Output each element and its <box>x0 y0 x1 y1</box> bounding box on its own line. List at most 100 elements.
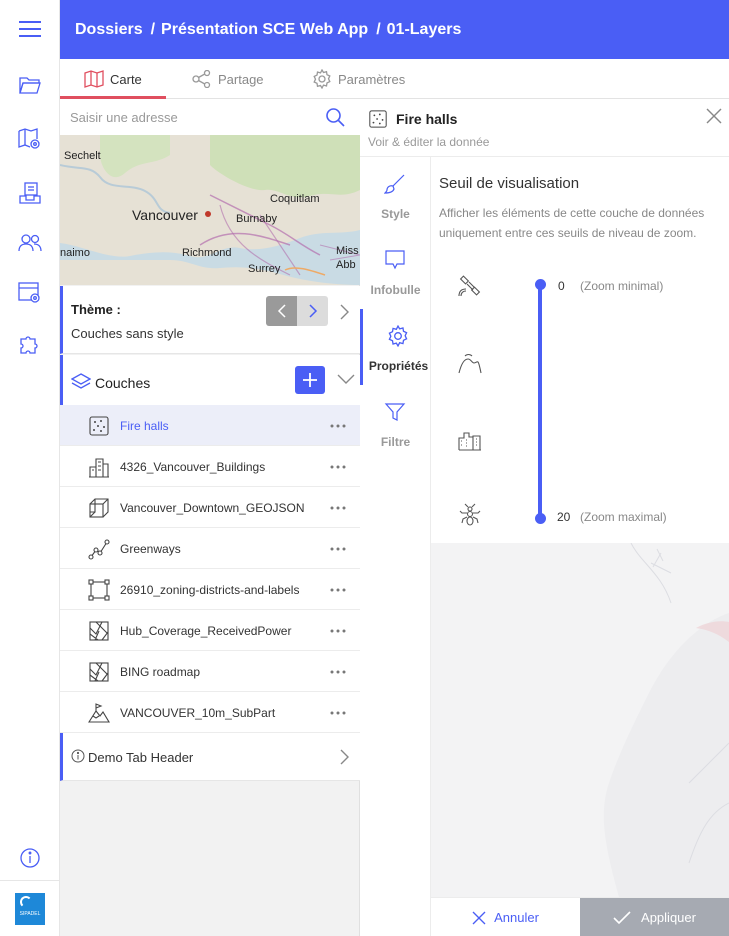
add-layer-button[interactable] <box>295 366 325 394</box>
check-icon <box>613 910 631 924</box>
polyline-icon <box>88 538 110 560</box>
layers-title: Couches <box>95 375 151 391</box>
chevron-right-icon <box>308 304 317 318</box>
demo-tab-header[interactable]: Demo Tab Header <box>60 733 360 781</box>
layer-name: Vancouver_Downtown_GEOJSON <box>120 501 305 515</box>
city-icon <box>458 427 482 451</box>
theme-selector: Thème : Couches sans style <box>60 286 360 354</box>
zoom-max-value: 20 <box>557 510 571 524</box>
vtab-filtre[interactable]: Filtre <box>360 385 431 461</box>
tab-label: Carte <box>110 71 142 87</box>
map-label: Miss <box>336 245 359 257</box>
close-icon[interactable] <box>706 108 722 124</box>
map-settings-icon[interactable] <box>15 124 45 154</box>
map-label: Abb <box>336 259 356 271</box>
cube-icon <box>88 497 110 519</box>
layers-stack-icon[interactable] <box>15 178 45 208</box>
map-label: Burnaby <box>236 213 277 225</box>
panel-title: Fire halls <box>396 111 458 127</box>
layer-item-buildings[interactable]: 4326_Vancouver_Buildings <box>60 446 360 487</box>
tab-partage[interactable]: Partage <box>192 59 264 99</box>
tab-carte[interactable]: Carte <box>84 59 142 99</box>
ant-icon <box>458 503 482 527</box>
calendar-settings-icon[interactable] <box>15 278 45 308</box>
vtab-style[interactable]: Style <box>360 157 431 233</box>
breadcrumb: Dossiers / Présentation SCE Web App / 01… <box>60 0 729 59</box>
terrain-icon <box>88 702 110 724</box>
gear-icon <box>387 325 409 347</box>
layer-item-vancouver-10m[interactable]: VANCOUVER_10m_SubPart <box>60 692 360 733</box>
demo-tab-label: Demo Tab Header <box>88 750 194 765</box>
menu-icon[interactable] <box>15 14 45 44</box>
chevron-right-icon <box>339 749 349 765</box>
theme-next-button[interactable] <box>297 296 328 326</box>
search-input[interactable] <box>70 105 320 129</box>
more-icon[interactable] <box>330 588 346 592</box>
more-icon[interactable] <box>330 465 346 469</box>
properties-content: Seuil de visualisation Afficher les élém… <box>431 157 729 543</box>
users-icon[interactable] <box>15 228 45 258</box>
cancel-label: Annuler <box>494 910 539 925</box>
background-map[interactable] <box>431 543 729 897</box>
puzzle-icon[interactable] <box>15 330 45 360</box>
panel-vertical-tabs: Style Infobulle Propriétés Filtre <box>360 157 431 936</box>
point-layer-icon <box>368 109 388 129</box>
section-description: Afficher les éléments de cette couche de… <box>439 206 705 240</box>
layer-item-greenways[interactable]: Greenways <box>60 528 360 569</box>
cancel-button[interactable]: Annuler <box>431 898 580 936</box>
vtab-proprietes[interactable]: Propriétés <box>360 309 431 385</box>
theme-expand-icon[interactable] <box>339 304 349 320</box>
layer-item-bing[interactable]: BING roadmap <box>60 651 360 692</box>
zoom-min-handle[interactable] <box>535 279 546 290</box>
layer-list: Fire halls 4326_Vancouver_Buildings Vanc… <box>60 405 360 733</box>
breadcrumb-separator: / <box>150 20 156 38</box>
more-icon[interactable] <box>330 711 346 715</box>
apply-button[interactable]: Appliquer <box>580 898 729 936</box>
chevron-down-icon[interactable] <box>337 373 355 385</box>
vtab-infobulle[interactable]: Infobulle <box>360 233 431 309</box>
zoom-max-label: (Zoom maximal) <box>580 510 667 524</box>
plus-icon <box>303 373 317 387</box>
more-icon[interactable] <box>330 506 346 510</box>
overview-map[interactable]: Sechelt Coquitlam Vancouver Burnaby naim… <box>60 135 360 285</box>
tab-parametres[interactable]: Paramètres <box>312 59 405 99</box>
map-side-panel: Sechelt Coquitlam Vancouver Burnaby naim… <box>60 99 360 936</box>
close-icon <box>472 911 486 924</box>
theme-label: Thème : <box>71 302 121 317</box>
layer-item-zoning[interactable]: 26910_zoning-districts-and-labels <box>60 569 360 610</box>
layer-item-fire-halls[interactable]: Fire halls <box>60 405 360 446</box>
more-icon[interactable] <box>330 629 346 633</box>
layer-name: Fire halls <box>120 419 169 433</box>
search-icon[interactable] <box>325 107 345 127</box>
brush-icon <box>384 173 406 195</box>
folder-icon[interactable] <box>15 70 45 100</box>
layer-item-hub-coverage[interactable]: Hub_Coverage_ReceivedPower <box>60 610 360 651</box>
breadcrumb-item[interactable]: Présentation SCE Web App <box>161 21 368 39</box>
buildings-icon <box>88 456 110 478</box>
vtab-label: Propriétés <box>368 359 429 373</box>
mountain-icon <box>458 351 482 375</box>
more-icon[interactable] <box>330 424 346 428</box>
zoom-min-value: 0 <box>558 279 565 293</box>
layer-name: Greenways <box>120 542 181 556</box>
section-title: Seuil de visualisation <box>439 175 580 192</box>
zoom-range-track <box>538 283 542 518</box>
breadcrumb-separator: / <box>376 20 381 38</box>
raster-icon <box>88 661 110 683</box>
tab-label: Paramètres <box>338 71 406 87</box>
vtab-label: Infobulle <box>370 283 421 297</box>
theme-prev-button[interactable] <box>266 296 297 326</box>
point-layer-icon <box>88 415 110 437</box>
breadcrumb-item[interactable]: Dossiers <box>75 21 143 39</box>
layer-item-geojson[interactable]: Vancouver_Downtown_GEOJSON <box>60 487 360 528</box>
layer-name: 4326_Vancouver_Buildings <box>120 460 266 474</box>
panel-subtitle: Voir & éditer la donnée <box>368 135 490 149</box>
filter-icon <box>384 401 406 423</box>
more-icon[interactable] <box>330 670 346 674</box>
zoom-max-handle[interactable] <box>535 513 546 524</box>
more-icon[interactable] <box>330 547 346 551</box>
zoom-min-label: (Zoom minimal) <box>580 279 664 293</box>
layer-name: VANCOUVER_10m_SubPart <box>120 706 276 720</box>
main-tabs: Carte Partage Paramètres <box>60 59 729 99</box>
info-icon[interactable] <box>15 843 45 873</box>
